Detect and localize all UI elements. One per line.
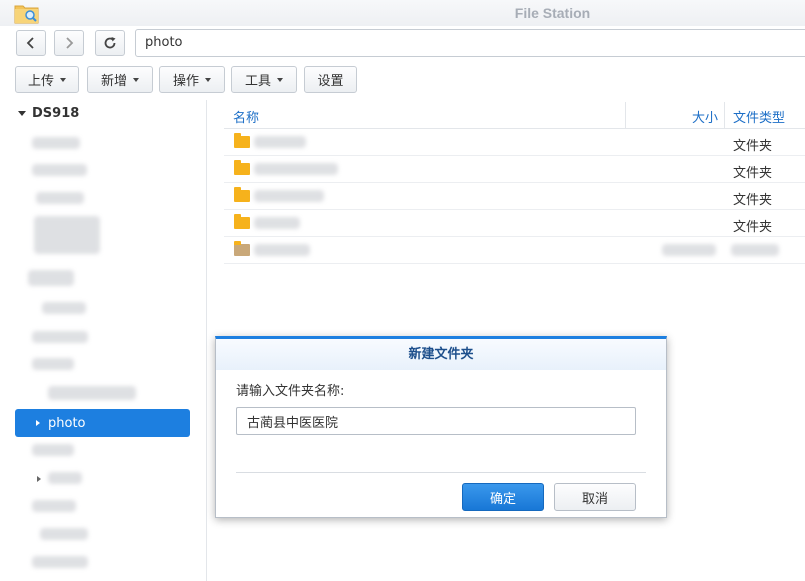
list-header: 名称 大小 文件类型 <box>224 102 805 129</box>
table-row[interactable]: 文件夹 <box>224 210 805 237</box>
action-label: 操作 <box>172 74 199 89</box>
tree-item[interactable] <box>32 331 88 343</box>
caret-down-icon <box>60 77 66 82</box>
tree-item[interactable] <box>32 444 74 456</box>
refresh-icon <box>104 37 116 49</box>
settings-button[interactable]: 设置 <box>304 66 357 93</box>
tree-item[interactable] <box>34 216 100 254</box>
create-button[interactable]: 新增 <box>87 66 153 93</box>
file-name <box>254 190 324 202</box>
file-type: 文件夹 <box>733 193 773 208</box>
table-row[interactable]: 文件夹 <box>224 183 805 210</box>
file-name <box>254 244 310 256</box>
tree-item[interactable] <box>36 192 84 204</box>
dialog-prompt: 请输入文件夹名称: <box>236 384 345 399</box>
file-name <box>254 217 300 229</box>
tree-item[interactable] <box>28 270 74 286</box>
file-name <box>254 136 306 148</box>
file-size <box>662 244 716 256</box>
caret-down-icon <box>277 77 283 82</box>
file-type <box>731 244 779 256</box>
chevron-right-icon <box>66 37 74 49</box>
tree-root[interactable]: DS918 <box>18 106 79 121</box>
folder-icon <box>234 187 250 202</box>
column-divider[interactable] <box>625 102 626 129</box>
file-icon <box>234 241 250 256</box>
tree-item[interactable] <box>32 164 87 176</box>
table-row[interactable]: 文件夹 <box>224 129 805 156</box>
tree-item[interactable] <box>32 500 76 512</box>
upload-button[interactable]: 上传 <box>15 66 79 93</box>
column-type[interactable]: 文件类型 <box>733 107 785 126</box>
file-type: 文件夹 <box>733 166 773 181</box>
tools-label: 工具 <box>244 74 271 89</box>
create-label: 新增 <box>100 74 127 89</box>
column-divider[interactable] <box>724 102 725 129</box>
back-button[interactable] <box>16 30 46 56</box>
table-row[interactable]: 文件夹 <box>224 156 805 183</box>
tree-item-photo[interactable]: photo <box>15 409 190 437</box>
tree-item-label: photo <box>48 415 86 431</box>
settings-label: 设置 <box>317 74 344 89</box>
expand-arrow-icon <box>18 111 26 116</box>
tree-item[interactable] <box>32 556 88 568</box>
folder-icon <box>234 160 250 175</box>
upload-label: 上传 <box>27 74 54 89</box>
table-row[interactable] <box>224 237 805 264</box>
refresh-button[interactable] <box>95 30 125 56</box>
folder-icon <box>234 214 250 229</box>
window-title: File Station <box>514 5 591 21</box>
tree-item[interactable] <box>40 528 88 540</box>
folder-icon <box>234 133 250 148</box>
column-size[interactable]: 大小 <box>692 107 718 126</box>
tools-button[interactable]: 工具 <box>231 66 297 93</box>
path-field[interactable]: photo <box>135 29 805 57</box>
title-bar: File Station <box>0 0 805 26</box>
dialog-divider <box>236 472 646 473</box>
tree-item[interactable] <box>42 302 86 314</box>
ok-button[interactable]: 确定 <box>462 483 544 511</box>
tree-item[interactable] <box>32 358 74 370</box>
cancel-button[interactable]: 取消 <box>554 483 636 511</box>
expand-arrow-icon <box>37 476 41 482</box>
folder-name-input[interactable] <box>236 407 636 435</box>
tree-item[interactable] <box>32 137 80 149</box>
tree-root-label: DS918 <box>32 106 80 121</box>
column-name[interactable]: 名称 <box>233 107 259 126</box>
file-name <box>254 163 338 175</box>
action-button[interactable]: 操作 <box>159 66 225 93</box>
expand-arrow-icon <box>36 420 40 426</box>
tree-item[interactable] <box>48 386 136 400</box>
dialog-title: 新建文件夹 <box>216 339 666 370</box>
file-type: 文件夹 <box>733 139 773 154</box>
tree-item[interactable] <box>48 472 82 484</box>
file-type: 文件夹 <box>733 220 773 235</box>
caret-down-icon <box>205 77 211 82</box>
new-folder-dialog: 新建文件夹 请输入文件夹名称: 确定 取消 <box>215 336 667 518</box>
forward-button[interactable] <box>54 30 84 56</box>
caret-down-icon <box>133 77 139 82</box>
chevron-left-icon <box>26 37 34 49</box>
